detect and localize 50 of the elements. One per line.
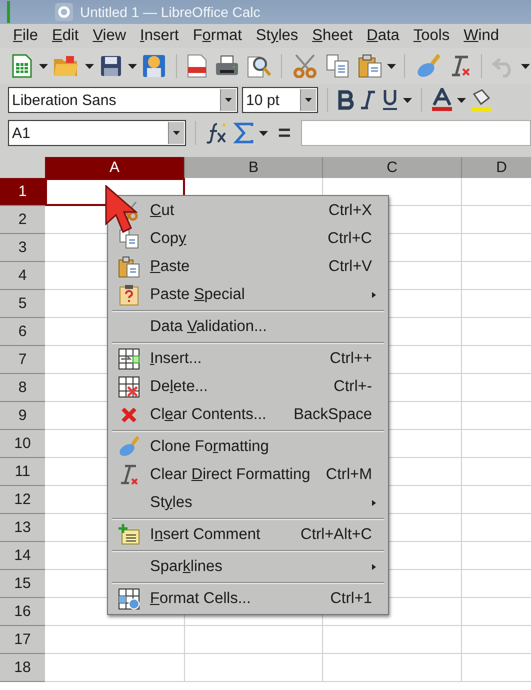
- context-menu-item[interactable]: Clear Direct Formatting Ctrl+M: [108, 461, 388, 489]
- context-menu-item[interactable]: Insert... Ctrl++: [108, 345, 388, 373]
- row-header[interactable]: 17: [0, 626, 45, 654]
- window-title: Untitled 1 — LibreOffice Calc: [80, 4, 260, 20]
- column-header[interactable]: D: [462, 157, 531, 178]
- menu-item[interactable]: Tools: [406, 27, 457, 45]
- context-menu-item[interactable]: Clear Contents... BackSpace: [108, 401, 388, 429]
- context-menu-item[interactable]: Copy Ctrl+C: [108, 225, 388, 253]
- row-header[interactable]: 14: [0, 542, 45, 570]
- row-header[interactable]: 12: [0, 486, 45, 514]
- context-menu-item[interactable]: Styles: [108, 489, 388, 517]
- column-header[interactable]: A: [45, 157, 185, 178]
- menu-item[interactable]: Format: [186, 27, 249, 45]
- row-header[interactable]: 11: [0, 458, 45, 486]
- context-menu-item[interactable]: Clone Formatting: [108, 433, 388, 461]
- menu-item[interactable]: Sheet: [305, 27, 360, 45]
- row-header[interactable]: 3: [0, 234, 45, 262]
- row-header[interactable]: 8: [0, 374, 45, 402]
- row-header[interactable]: 1: [0, 178, 45, 206]
- menu-item[interactable]: Insert: [133, 27, 186, 45]
- row-header[interactable]: 5: [0, 290, 45, 318]
- row-header[interactable]: 15: [0, 570, 45, 598]
- menu-item[interactable]: File: [6, 27, 45, 45]
- context-menu-item[interactable]: Paste Ctrl+V: [108, 253, 388, 281]
- context-menu-item[interactable]: Data Validation...: [108, 313, 388, 341]
- context-menu-item[interactable]: Sparklines: [108, 553, 388, 581]
- context-menu-item[interactable]: Paste Special: [108, 281, 388, 309]
- name-box[interactable]: A1: [8, 120, 186, 146]
- column-header[interactable]: B: [185, 157, 323, 178]
- menu-item[interactable]: Styles: [248, 27, 306, 45]
- menu-item[interactable]: Wind: [456, 27, 506, 45]
- menu-item[interactable]: Edit: [44, 27, 86, 45]
- menu-item[interactable]: View: [86, 27, 134, 45]
- menu-item[interactable]: Data: [360, 27, 406, 45]
- row-header[interactable]: 13: [0, 514, 45, 542]
- row-header[interactable]: 9: [0, 402, 45, 430]
- row-header[interactable]: 7: [0, 346, 45, 374]
- function-operator[interactable]: =: [272, 120, 297, 146]
- context-menu-item[interactable]: Delete... Ctrl+-: [108, 373, 388, 401]
- row-header[interactable]: 10: [0, 430, 45, 458]
- font-size-field[interactable]: 10 pt: [242, 87, 318, 113]
- context-menu-item[interactable]: Insert Comment Ctrl+Alt+C: [108, 521, 388, 549]
- row-header[interactable]: 16: [0, 598, 45, 626]
- row-header[interactable]: 2: [0, 206, 45, 234]
- row-header[interactable]: 18: [0, 654, 45, 682]
- column-header[interactable]: C: [323, 157, 462, 178]
- context-menu-item[interactable]: Format Cells... Ctrl+1: [108, 585, 388, 613]
- row-header[interactable]: 6: [0, 318, 45, 346]
- font-name-field[interactable]: Liberation Sans: [8, 87, 238, 113]
- row-header[interactable]: 4: [0, 262, 45, 290]
